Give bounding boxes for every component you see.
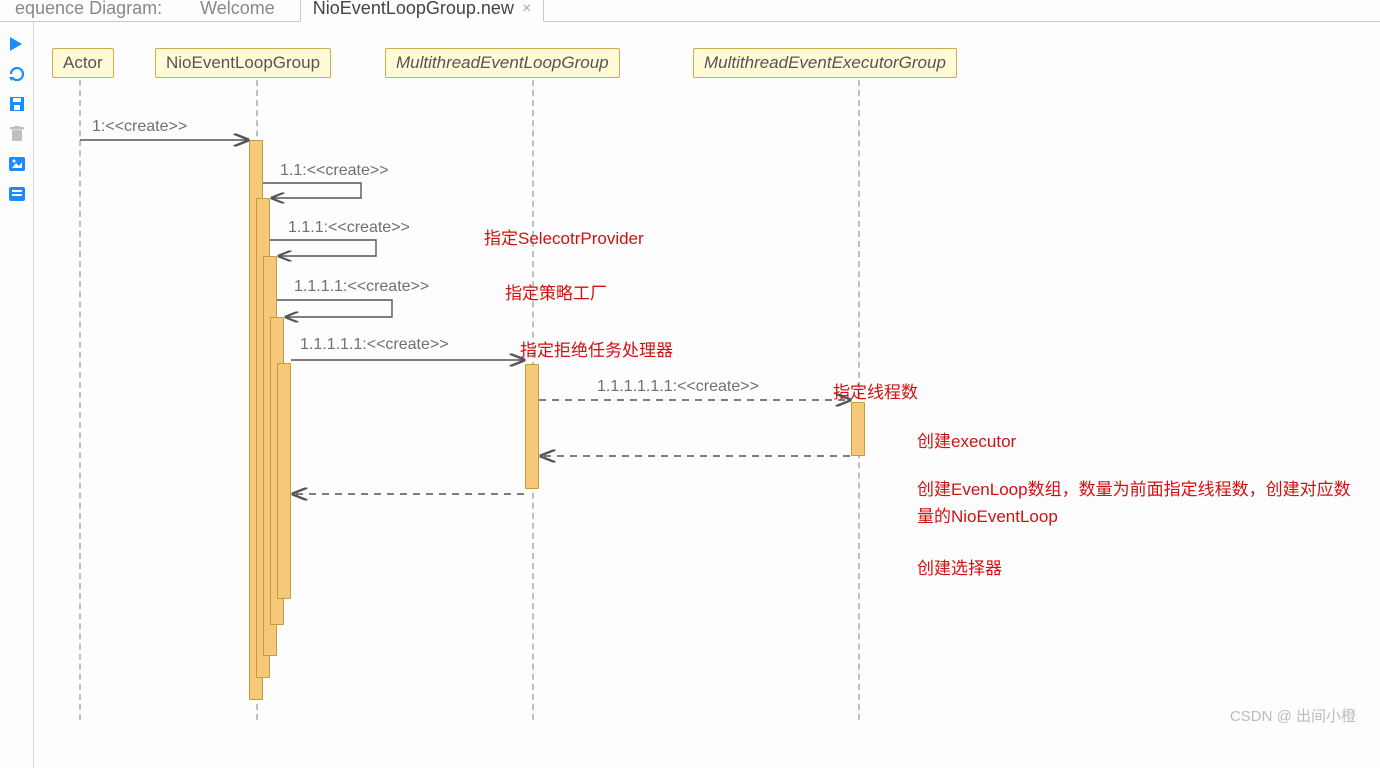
activation-multi-eeg [851, 402, 865, 456]
msg-1-1-1-1: 1.1.1.1:<<create>> [294, 278, 429, 296]
msg-1-1-1-1-1-1: 1.1.1.1.1.1:<<create>> [597, 378, 759, 396]
msg-1: 1:<<create>> [92, 118, 187, 136]
play-icon[interactable] [8, 36, 26, 52]
tab-label: NioEventLoopGroup.new [313, 0, 514, 19]
annot-thread-count: 指定线程数 [833, 378, 918, 403]
left-toolbar [0, 22, 34, 768]
sequence-arrows [0, 0, 1380, 746]
participant-actor: Actor [52, 48, 114, 78]
tab-bar: equence Diagram: Welcome NioEventLoopGro… [0, 0, 1380, 22]
trash-icon[interactable] [8, 126, 26, 142]
activation-nio-5 [277, 363, 291, 599]
tab-sequence-diagram[interactable]: equence Diagram: [2, 0, 175, 22]
annot-strategy-factory: 指定策略工厂 [505, 279, 607, 304]
settings-icon[interactable] [8, 186, 26, 202]
annot-selector-provider: 指定SelecotrProvider [484, 224, 644, 249]
participant-multi-elg: MultithreadEventLoopGroup [385, 48, 620, 78]
refresh-icon[interactable] [8, 66, 26, 82]
watermark: CSDN @ 出间小橙 [1230, 705, 1356, 726]
tab-welcome[interactable]: Welcome [187, 0, 288, 22]
participant-multi-eeg: MultithreadEventExecutorGroup [693, 48, 957, 78]
close-icon[interactable]: × [522, 0, 531, 18]
annot-create-loop-array: 创建EvenLoop数组，数量为前面指定线程数，创建对应数量的NioEventL… [917, 476, 1357, 530]
activation-multi-elg [525, 364, 539, 489]
annot-reject-handler: 指定拒绝任务处理器 [520, 336, 673, 361]
lifeline-actor [79, 80, 81, 720]
save-icon[interactable] [8, 96, 26, 112]
msg-1-1-1-1-1: 1.1.1.1.1:<<create>> [300, 336, 449, 354]
msg-1-1: 1.1:<<create>> [280, 162, 389, 180]
annot-create-selector: 创建选择器 [917, 554, 1002, 579]
msg-1-1-1: 1.1.1:<<create>> [288, 219, 410, 237]
tab-nio-eventloopgroup[interactable]: NioEventLoopGroup.new × [300, 0, 544, 22]
annot-create-executor: 创建executor [917, 427, 1016, 452]
image-icon[interactable] [8, 156, 26, 172]
participant-nio: NioEventLoopGroup [155, 48, 331, 78]
